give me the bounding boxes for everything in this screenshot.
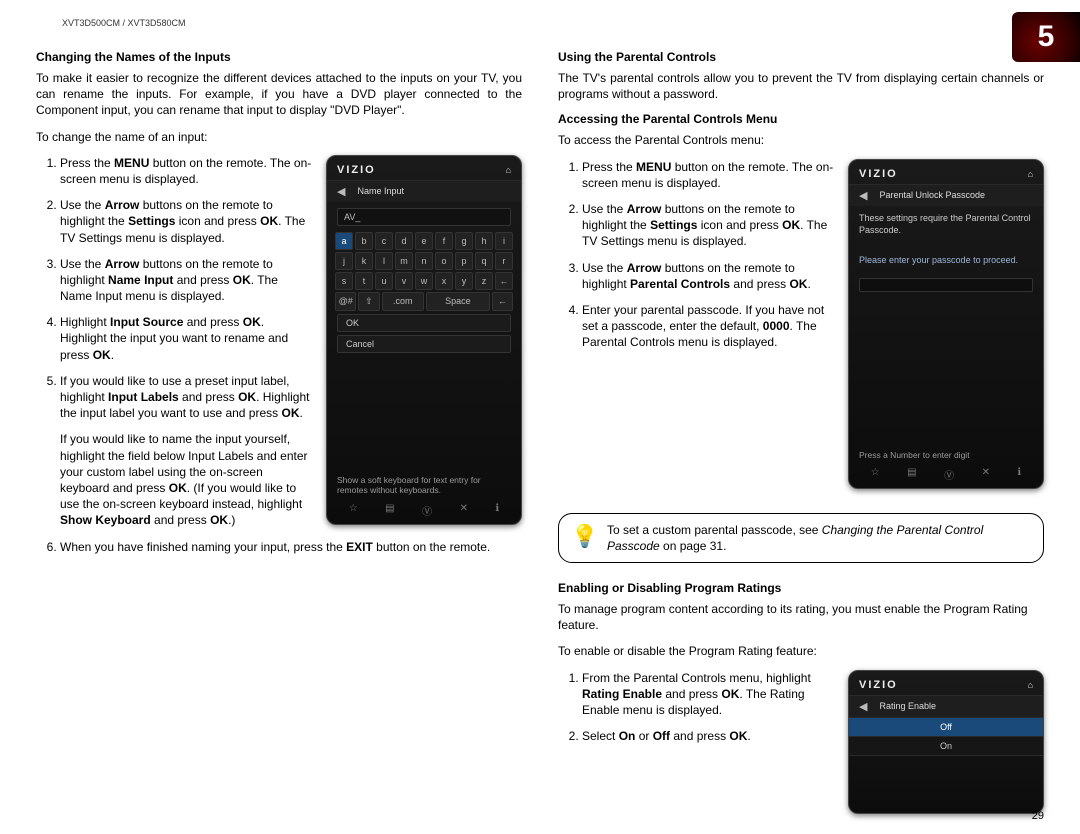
chapter-number-tab: 5 <box>1012 12 1080 62</box>
para-to-enable: To enable or disable the Program Rating … <box>558 643 1044 659</box>
cancel-button: Cancel <box>337 335 511 353</box>
passcode-prompt-text: Please enter your passcode to proceed. <box>849 242 1043 272</box>
home-icon: ⌂ <box>1028 169 1033 179</box>
tip-box-passcode: 💡 To set a custom parental passcode, see… <box>558 513 1044 563</box>
close-icon: ✕ <box>460 503 468 518</box>
tv-logo-text: VIZIO <box>859 168 898 180</box>
heading-changing-names: Changing the Names of the Inputs <box>36 50 522 64</box>
screen-title: Name Input <box>357 186 404 196</box>
option-on: On <box>849 737 1043 756</box>
screen-title: Parental Unlock Passcode <box>879 190 985 200</box>
lightbulb-icon: 💡 <box>571 521 598 551</box>
para-to-change: To change the name of an input: <box>36 129 522 145</box>
info-icon: ℹ <box>1017 467 1021 482</box>
star-icon: ☆ <box>871 467 880 482</box>
figure-rating-enable-screen: VIZIO ⌂ ◀ Rating Enable Off On <box>848 670 1044 814</box>
v-icon: Ⓥ <box>422 503 432 518</box>
steps-list-left-2: When you have finished naming your input… <box>36 539 522 555</box>
tv-logo-text: VIZIO <box>337 164 376 176</box>
back-icon: ◀ <box>859 189 867 202</box>
figure-name-input-screen: VIZIO ⌂ ◀ Name Input AV_ a b c d e f <box>326 155 522 525</box>
star-icon: ☆ <box>349 503 358 518</box>
right-column: Using the Parental Controls The TV's par… <box>558 50 1044 824</box>
figure-passcode-screen: VIZIO ⌂ ◀ Parental Unlock Passcode These… <box>848 159 1044 489</box>
list-icon: ▤ <box>907 467 916 482</box>
key-a: a <box>335 232 353 250</box>
close-icon: ✕ <box>982 467 990 482</box>
para-ratings-intro: To manage program content according to i… <box>558 601 1044 633</box>
v-icon: Ⓥ <box>944 467 954 482</box>
home-icon: ⌂ <box>1028 680 1033 690</box>
para-parental-intro: The TV's parental controls allow you to … <box>558 70 1044 102</box>
heading-parental-controls: Using the Parental Controls <box>558 50 1044 64</box>
page-number: 29 <box>1032 810 1044 822</box>
info-icon: ℹ <box>495 503 499 518</box>
passcode-hint: Press a Number to enter digit <box>859 450 1033 460</box>
option-off: Off <box>849 718 1043 737</box>
left-column: Changing the Names of the Inputs To make… <box>36 50 522 824</box>
input-name-field: AV_ <box>337 208 511 226</box>
para-intro-left: To make it easier to recognize the diffe… <box>36 70 522 119</box>
header-model-text: XVT3D500CM / XVT3D580CM <box>62 18 1044 28</box>
step-6: When you have finished naming your input… <box>60 539 522 555</box>
passcode-input-bar <box>859 278 1033 292</box>
onscreen-keyboard: a b c d e f g h i j k l m <box>335 232 513 311</box>
heading-program-ratings: Enabling or Disabling Program Ratings <box>558 581 1044 595</box>
back-icon: ◀ <box>859 700 867 713</box>
back-icon: ◀ <box>337 185 345 198</box>
passcode-req-text: These settings require the Parental Cont… <box>849 206 1043 242</box>
home-icon: ⌂ <box>506 165 511 175</box>
screen-title: Rating Enable <box>879 701 936 711</box>
para-to-access: To access the Parental Controls menu: <box>558 132 1044 148</box>
tv-logo-text: VIZIO <box>859 679 898 691</box>
list-icon: ▤ <box>385 503 394 518</box>
heading-accessing-menu: Accessing the Parental Controls Menu <box>558 112 1044 126</box>
keyboard-hint: Show a soft keyboard for text entry for … <box>337 475 511 496</box>
ok-button: OK <box>337 314 511 332</box>
